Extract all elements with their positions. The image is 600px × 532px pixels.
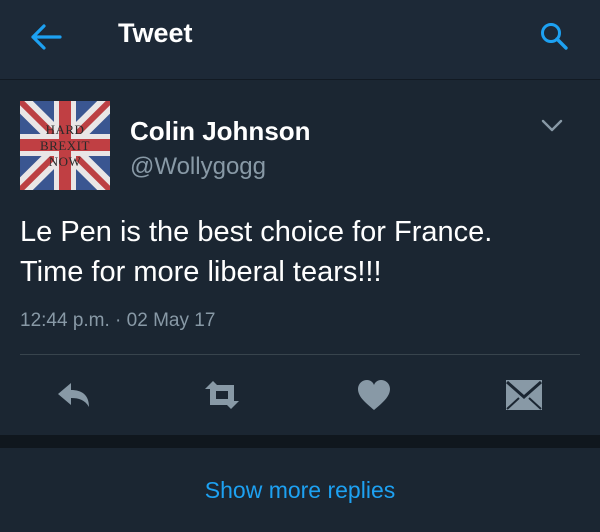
direct-message-button[interactable] — [502, 375, 546, 415]
avatar-line-2: BREXIT — [40, 138, 90, 153]
reply-icon — [58, 383, 89, 407]
avatar-line-3: NOW — [48, 154, 82, 169]
back-button[interactable] — [26, 20, 66, 54]
section-separator — [0, 435, 600, 448]
retweet-icon — [205, 381, 239, 409]
top-app-bar: Tweet — [0, 0, 600, 80]
display-name[interactable]: Colin Johnson — [130, 116, 311, 147]
tweet-menu-button[interactable] — [540, 116, 564, 136]
search-button[interactable] — [534, 18, 574, 54]
reply-button[interactable] — [52, 375, 96, 415]
avatar[interactable]: HARD BREXIT NOW — [20, 101, 110, 190]
arrow-left-icon — [31, 24, 62, 50]
tweet-detail: HARD BREXIT NOW Colin Johnson @Wollygogg… — [0, 80, 600, 435]
show-more-replies-link[interactable]: Show more replies — [0, 448, 600, 508]
page-title: Tweet — [118, 18, 193, 48]
tweet-timestamp: 12:44 p.m. · 02 May 17 — [20, 310, 216, 331]
tweet-text: Le Pen is the best choice for France. Ti… — [20, 212, 580, 292]
search-icon — [541, 23, 568, 50]
direct-message-icon — [506, 380, 542, 410]
user-handle[interactable]: @Wollygogg — [130, 153, 266, 181]
tweet-text-line-1: Le Pen is the best choice for France. — [20, 216, 493, 248]
chevron-down-icon — [541, 119, 563, 132]
retweet-button[interactable] — [200, 375, 244, 415]
like-button[interactable] — [352, 375, 396, 415]
divider — [20, 354, 580, 355]
tweet-text-line-2: Time for more liberal tears!!! — [20, 256, 382, 288]
like-icon — [358, 380, 390, 410]
avatar-line-1: HARD — [45, 122, 85, 137]
